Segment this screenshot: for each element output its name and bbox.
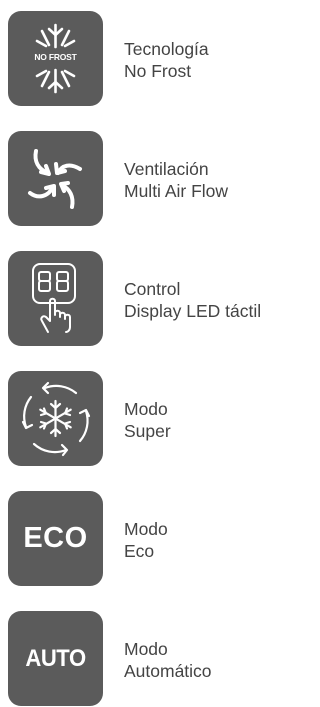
super-mode-tile [8,371,103,466]
feature-label: Ventilación Multi Air Flow [124,158,228,202]
auto-mode-tile: AUTO [8,611,103,706]
feature-subtitle: Display LED táctil [124,301,262,321]
feature-title: Tecnología [124,39,209,59]
feature-title: Modo [124,639,168,659]
no-frost-tile: NO FROST [8,11,103,106]
feature-eco-mode: ECO Modo Eco [8,491,291,587]
feature-title: Ventilación [124,159,209,179]
feature-display-led: Control Display LED táctil [8,251,291,347]
auto-mode-icon: AUTO [25,644,86,672]
eco-mode-icon: ECO [23,522,88,554]
no-frost-badge: NO FROST [34,52,77,62]
super-cooling-snowflake-icon [21,381,91,457]
feature-auto-mode: AUTO Modo Automático [8,611,291,707]
feature-title: Modo [124,519,168,539]
air-flow-arrows-icon [28,149,82,209]
eco-mode-tile: ECO [8,491,103,586]
feature-subtitle: Automático [124,661,212,681]
feature-title: Control [124,279,181,299]
feature-label: Modo Eco [124,518,168,562]
feature-super-mode: Modo Super [8,371,291,467]
feature-subtitle: Eco [124,541,155,561]
air-flow-tile [8,131,103,226]
feature-label: Modo Automático [124,638,212,682]
feature-multi-air-flow: Ventilación Multi Air Flow [8,131,291,227]
touch-led-display-icon [32,263,76,333]
feature-title: Modo [124,399,168,419]
feature-label: Tecnología No Frost [124,38,209,82]
display-led-tile [8,251,103,346]
feature-label: Control Display LED táctil [124,278,261,322]
feature-no-frost: NO FROST Tecnología No Frost [8,11,291,107]
feature-label: Modo Super [124,398,171,442]
feature-subtitle: No Frost [124,61,192,81]
feature-subtitle: Multi Air Flow [124,181,229,201]
feature-subtitle: Super [124,421,171,441]
